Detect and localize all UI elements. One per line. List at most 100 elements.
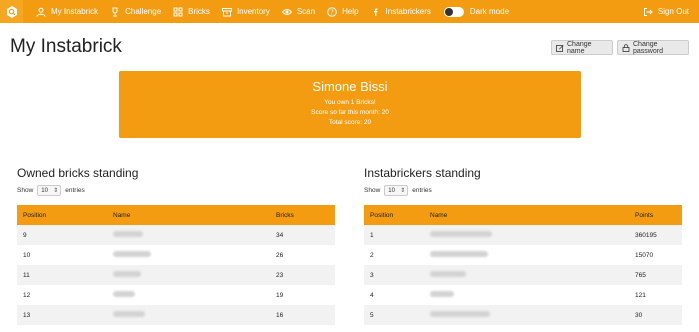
edit-icon <box>556 44 564 52</box>
col-points[interactable]: Points <box>629 205 682 225</box>
page-title: My Instabrick <box>10 36 122 57</box>
table-row: 2 15070 <box>364 245 682 265</box>
blurred-name <box>113 231 143 237</box>
nav-label: Scan <box>296 7 316 16</box>
nav-scan[interactable]: Scan <box>277 0 322 23</box>
nav-label: Bricks <box>188 7 210 16</box>
bricks-cell: 23 <box>276 271 284 279</box>
position-cell: 3 <box>370 271 374 279</box>
points-cell: 15070 <box>635 251 654 259</box>
dark-mode-label: Dark mode <box>469 7 510 16</box>
blurred-name <box>430 251 488 257</box>
trophy-icon <box>110 7 120 17</box>
top-navbar: My Instabrick Challenge Bricks Inventory… <box>0 0 699 23</box>
change-name-label: Change name <box>567 40 592 55</box>
position-cell: 9 <box>23 231 27 239</box>
name-cell <box>107 225 270 245</box>
nav-label: My Instabrick <box>51 7 99 16</box>
app-logo[interactable] <box>0 0 23 23</box>
table-row: 11 23 <box>17 265 335 285</box>
col-name[interactable]: Name <box>424 205 629 225</box>
instabrickers-entries-select[interactable]: 10 <box>384 185 409 196</box>
change-password-button[interactable]: Change password <box>617 40 689 55</box>
position-cell: 11 <box>23 271 30 279</box>
name-cell <box>424 285 629 305</box>
instabrickers-table: Position Name Points 1 360195 2 15070 3 765… <box>364 205 682 325</box>
blurred-name <box>113 251 151 257</box>
nav-instabrickers[interactable]: Instabrickers <box>366 0 438 23</box>
entries-label: entries <box>412 187 432 194</box>
nav-help[interactable]: ? Help <box>322 0 365 23</box>
col-position[interactable]: Position <box>17 205 107 225</box>
blurred-name <box>430 291 454 297</box>
position-cell: 13 <box>23 311 31 319</box>
sign-out-button[interactable]: Sign Out <box>638 0 699 23</box>
user-summary-card: Simone Bissi You own 1 Bricks! Score so … <box>119 71 581 138</box>
dark-mode-toggle[interactable] <box>443 6 464 17</box>
blurred-name <box>430 311 490 317</box>
bricks-owned-text: You own 1 Bricks! <box>324 99 376 106</box>
show-label: Show <box>364 187 381 194</box>
name-cell <box>107 245 270 265</box>
grid-icon <box>173 7 183 17</box>
instabrickers-entries-control: Show 10 entries <box>364 185 432 196</box>
name-cell <box>107 305 270 325</box>
col-bricks[interactable]: Bricks <box>270 205 335 225</box>
facebook-icon <box>371 7 381 17</box>
nav-label: Inventory <box>236 7 270 16</box>
points-cell: 121 <box>635 291 646 299</box>
nav-bricks[interactable]: Bricks <box>168 0 217 23</box>
sign-out-label: Sign Out <box>657 7 689 16</box>
name-cell <box>424 265 629 285</box>
name-cell <box>424 245 629 265</box>
archive-icon <box>221 7 232 17</box>
table-row: 9 34 <box>17 225 335 245</box>
lock-icon <box>622 43 630 52</box>
position-cell: 4 <box>370 291 374 299</box>
nav-inventory[interactable]: Inventory <box>217 0 277 23</box>
blurred-name <box>430 231 492 237</box>
change-password-label: Change password <box>633 40 663 55</box>
points-cell: 360195 <box>635 231 657 239</box>
col-name[interactable]: Name <box>107 205 270 225</box>
question-icon: ? <box>327 6 337 17</box>
table-row: 1 360195 <box>364 225 682 245</box>
name-cell <box>424 305 629 325</box>
change-name-button[interactable]: Change name <box>551 40 613 55</box>
owned-entries-select[interactable]: 10 <box>37 185 62 196</box>
nav-my-instabrick[interactable]: My Instabrick <box>31 0 105 23</box>
name-cell <box>107 265 270 285</box>
bricks-cell: 19 <box>276 291 284 299</box>
toggle-knob <box>444 7 453 16</box>
position-cell: 5 <box>370 311 374 319</box>
position-cell: 1 <box>370 231 374 239</box>
points-cell: 765 <box>635 271 646 279</box>
owned-bricks-table: Position Name Bricks 9 34 10 26 11 23 12 19 … <box>17 205 335 325</box>
points-cell: 30 <box>635 311 643 319</box>
user-icon <box>36 7 46 17</box>
owned-bricks-title: Owned bricks standing <box>17 166 139 180</box>
nav-challenge[interactable]: Challenge <box>105 0 168 23</box>
bricks-cell: 34 <box>276 231 284 239</box>
nav-label: Challenge <box>125 7 162 16</box>
col-position[interactable]: Position <box>364 205 424 225</box>
blurred-name <box>113 291 135 297</box>
nav-label: Help <box>342 7 359 16</box>
name-cell <box>424 225 629 245</box>
monthly-score-text: Score so far this month: 20 <box>311 109 389 116</box>
table-row: 5 30 <box>364 305 682 325</box>
name-cell <box>107 285 270 305</box>
show-label: Show <box>17 187 34 194</box>
svg-text:?: ? <box>330 8 334 16</box>
table-row: 13 16 <box>17 305 335 325</box>
table-row: 3 765 <box>364 265 682 285</box>
eye-icon <box>281 7 292 17</box>
blurred-name <box>113 271 141 277</box>
sign-out-icon <box>643 7 653 17</box>
logo-icon <box>6 5 17 18</box>
instabrickers-title: Instabrickers standing <box>364 166 481 180</box>
owned-entries-control: Show 10 entries <box>17 185 85 196</box>
table-header-row: Position Name Bricks <box>17 205 335 225</box>
position-cell: 10 <box>23 251 31 259</box>
position-cell: 12 <box>23 291 31 299</box>
